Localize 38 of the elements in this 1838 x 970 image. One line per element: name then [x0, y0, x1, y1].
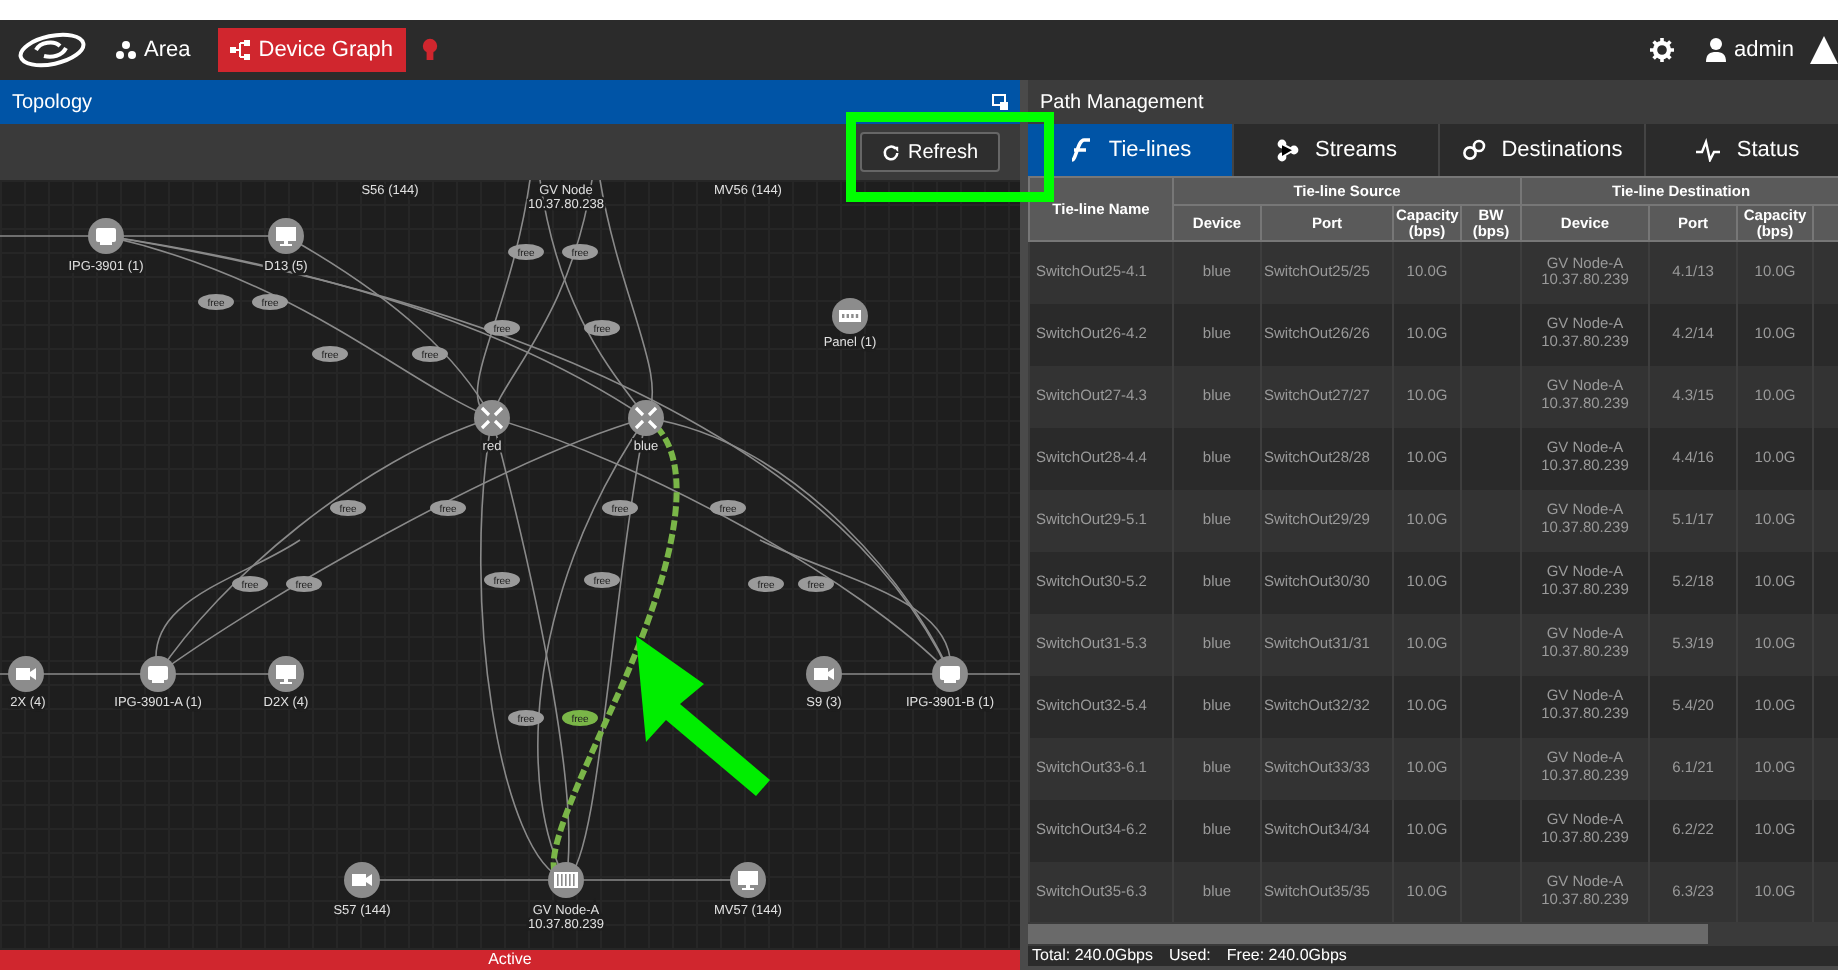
monitor-node[interactable]	[268, 656, 304, 692]
camera-node[interactable]	[344, 862, 380, 898]
logo-icon[interactable]	[16, 32, 88, 68]
user-icon	[1706, 38, 1727, 62]
nav-tab[interactable]: Area	[104, 28, 203, 72]
footer-text: Total: 240.0Gbps	[1032, 946, 1153, 966]
panel-title: Topology	[12, 89, 93, 117]
footer-text: Used:	[1168, 946, 1211, 966]
panel-tab[interactable]: Tie-lines	[1028, 124, 1234, 176]
gateway-node[interactable]	[88, 218, 124, 254]
router-node[interactable]	[474, 400, 510, 436]
gateway-node[interactable]	[140, 656, 176, 692]
server-node[interactable]	[548, 862, 584, 898]
link-rings-icon	[1461, 138, 1486, 162]
router-node[interactable]	[628, 400, 664, 436]
detach-icon[interactable]	[992, 94, 1008, 110]
cluster-icon	[116, 40, 136, 60]
horizontal-scrollbar[interactable]	[1028, 922, 1838, 946]
refresh-icon	[881, 143, 900, 161]
status-bar: Active	[0, 950, 1020, 970]
user-menu[interactable]: admin	[1734, 33, 1794, 67]
gateway-node[interactable]	[932, 656, 968, 692]
panel-node[interactable]	[832, 298, 868, 334]
footer-text: Free: 240.0Gbps	[1226, 946, 1347, 966]
pulse-icon	[1696, 138, 1721, 162]
lightbulb-icon[interactable]	[421, 38, 438, 62]
tie-line-icon	[1068, 138, 1093, 162]
panel-title: Path Management	[1040, 89, 1204, 117]
warning-icon[interactable]	[1810, 34, 1838, 66]
monitor-node[interactable]	[730, 862, 766, 898]
network-icon	[1275, 138, 1300, 162]
camera-node[interactable]	[806, 656, 842, 692]
refresh-button[interactable]: Refresh	[859, 132, 1000, 172]
monitor-node[interactable]	[268, 218, 304, 254]
graph-icon	[230, 40, 251, 60]
camera-node[interactable]	[8, 656, 44, 692]
nav-tab[interactable]: Device Graph	[218, 28, 406, 72]
settings-icon[interactable]	[1650, 38, 1675, 62]
